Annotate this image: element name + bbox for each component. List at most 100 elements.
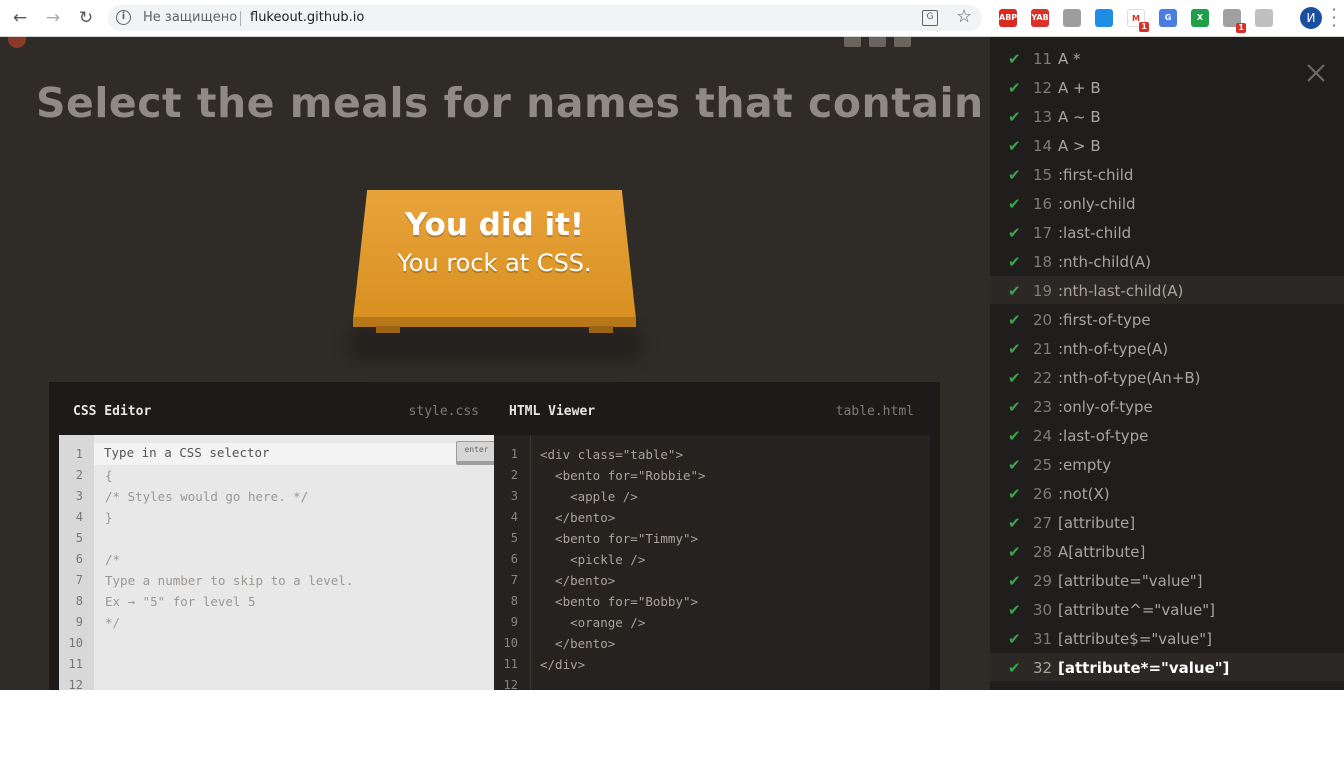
checkmark-icon: ✔ bbox=[1008, 195, 1021, 213]
level-item-16[interactable]: ✔ 16:only-child bbox=[990, 189, 1344, 217]
level-selector: [attribute$="value"] bbox=[1058, 630, 1213, 648]
css-editor-title: CSS Editor bbox=[73, 404, 152, 419]
level-item-20[interactable]: ✔ 20:first-of-type bbox=[990, 305, 1344, 333]
checkmark-icon: ✔ bbox=[1008, 514, 1021, 532]
css-diner-logo[interactable] bbox=[8, 37, 30, 48]
html-viewer-filename: table.html bbox=[835, 404, 914, 419]
css-line-number: 4 bbox=[75, 510, 83, 524]
level-number: 22 bbox=[1033, 369, 1053, 387]
puzzle-icon[interactable]: 1 bbox=[1223, 9, 1246, 33]
browser-menu-icon[interactable]: · · · bbox=[1330, 2, 1338, 34]
level-item-32[interactable]: ✔ 32 [attribute*="value"] bbox=[990, 653, 1344, 681]
email-share-icon[interactable] bbox=[844, 37, 861, 47]
win-title: You did it! bbox=[404, 207, 585, 243]
html-code-line[interactable]: <apple /> bbox=[540, 489, 638, 504]
level-item-12[interactable]: ✔ 12 A + B bbox=[990, 73, 1344, 101]
browser-toolbar: ← → ↻ i Не защищено flukeout.github.io G… bbox=[0, 0, 1344, 37]
arrow-left-icon[interactable]: ← bbox=[8, 7, 32, 29]
gmail-icon[interactable]: M1 bbox=[1127, 9, 1149, 32]
level-number: 27 bbox=[1033, 514, 1053, 532]
checkmark-icon: ✔ bbox=[1008, 572, 1021, 590]
level-item-15[interactable]: ✔ 15:first-child bbox=[990, 160, 1344, 188]
translate-icon[interactable]: G bbox=[1159, 9, 1177, 27]
yandex-icon[interactable]: YAB bbox=[1031, 9, 1049, 27]
extension-badge: 1 bbox=[1139, 22, 1149, 32]
info-icon[interactable]: i bbox=[116, 10, 131, 25]
html-code-line[interactable]: </bento> bbox=[540, 573, 615, 588]
profile-avatar[interactable]: И bbox=[1300, 7, 1322, 29]
css-input-row bbox=[94, 443, 494, 465]
extension-badge: 1 bbox=[1236, 23, 1246, 33]
level-selector: A ~ B bbox=[1058, 108, 1101, 126]
checkmark-icon: ✔ bbox=[1008, 311, 1021, 329]
extension-label: G bbox=[1164, 13, 1172, 22]
level-item-24[interactable]: ✔ 24:last-of-type bbox=[990, 421, 1344, 449]
level-sidebar: ✔ 11 A * ✔ 12 A + B ✔ 13 A ~ B ✔ 14 A > B ✔ 15:first-… bbox=[990, 37, 1344, 690]
reload-icon[interactable]: ↻ bbox=[74, 7, 98, 29]
level-item-23[interactable]: ✔ 23:only-of-type bbox=[990, 392, 1344, 420]
level-item-11[interactable]: ✔ 11 A * bbox=[990, 44, 1344, 72]
level-item-22[interactable]: ✔ 22:nth-of-type(An+B) bbox=[990, 363, 1344, 391]
html-code-line[interactable]: <orange /> bbox=[540, 615, 645, 630]
security-label[interactable]: Не защищено bbox=[143, 10, 237, 25]
css-selector-input[interactable] bbox=[104, 445, 434, 460]
level-item-29[interactable]: ✔ 29 [attribute="value"] bbox=[990, 566, 1344, 594]
level-selector: :last-child bbox=[1058, 224, 1132, 242]
level-selector: :nth-child(A) bbox=[1058, 253, 1151, 271]
css-line-number: 8 bbox=[75, 594, 83, 608]
paw-icon[interactable] bbox=[1063, 9, 1081, 27]
level-item-26[interactable]: ✔ 26:not(X) bbox=[990, 479, 1344, 507]
html-line-number: 11 bbox=[503, 657, 518, 671]
level-item-27[interactable]: ✔ 27 [attribute] bbox=[990, 508, 1344, 536]
excel-icon[interactable]: X bbox=[1191, 9, 1209, 27]
level-item-21[interactable]: ✔ 21:nth-of-type(A) bbox=[990, 334, 1344, 362]
level-item-31[interactable]: ✔ 31 [attribute$="value"] bbox=[990, 624, 1344, 652]
level-item-13[interactable]: ✔ 13 A ~ B bbox=[990, 102, 1344, 130]
editor-panel: CSS Editor style.css HTML Viewer table.h… bbox=[49, 382, 940, 690]
html-code-line[interactable]: <pickle /> bbox=[540, 552, 645, 567]
html-code-line[interactable]: </bento> bbox=[540, 636, 615, 651]
html-line-number: 5 bbox=[510, 531, 518, 545]
url-text[interactable]: flukeout.github.io bbox=[250, 10, 364, 25]
enter-button[interactable]: enter bbox=[456, 441, 497, 465]
twitter-share-icon[interactable] bbox=[894, 37, 911, 47]
html-code-line[interactable]: <bento for="Timmy"> bbox=[540, 531, 698, 546]
level-selector: :not(X) bbox=[1058, 485, 1110, 503]
level-selector: [attribute="value"] bbox=[1058, 572, 1203, 590]
css-line-number: 10 bbox=[68, 636, 83, 650]
checkmark-icon: ✔ bbox=[1008, 224, 1021, 242]
html-code-line[interactable]: <bento for="Bobby"> bbox=[540, 594, 698, 609]
css-line-number: 9 bbox=[75, 615, 83, 629]
pdf-icon[interactable] bbox=[1255, 9, 1273, 27]
adblock-icon[interactable]: ABP bbox=[999, 9, 1017, 27]
level-item-28[interactable]: ✔ 28 A[attribute] bbox=[990, 537, 1344, 565]
level-item-17[interactable]: ✔ 17:last-child bbox=[990, 218, 1344, 246]
facebook-share-icon[interactable] bbox=[869, 37, 886, 47]
level-selector: [attribute^="value"] bbox=[1058, 601, 1216, 619]
arrow-right-icon[interactable]: → bbox=[41, 7, 65, 29]
level-item-30[interactable]: ✔ 30 [attribute^="value"] bbox=[990, 595, 1344, 623]
css-code-line: { bbox=[105, 468, 113, 483]
html-viewer-pane: 1 2 3 4 5 6 7 8 9 10 11 12 <div class="table"> <bent… bbox=[494, 435, 930, 690]
html-viewer-header: HTML Viewer table.html bbox=[509, 400, 914, 430]
level-number: 24 bbox=[1033, 427, 1053, 445]
address-bar[interactable]: i Не защищено flukeout.github.io G ☆ bbox=[108, 5, 982, 31]
table-leg-right bbox=[589, 326, 613, 333]
bookmark-star-icon[interactable]: ☆ bbox=[956, 6, 972, 27]
html-code-line[interactable]: </div> bbox=[540, 657, 585, 672]
checkmark-icon: ✔ bbox=[1008, 50, 1021, 68]
extension-label: X bbox=[1196, 13, 1204, 22]
level-item-25[interactable]: ✔ 25:empty bbox=[990, 450, 1344, 478]
level-number: 14 bbox=[1033, 137, 1053, 155]
level-item-14[interactable]: ✔ 14 A > B bbox=[990, 131, 1344, 159]
level-item-19[interactable]: ✔ 19:nth-last-child(A) bbox=[990, 276, 1344, 304]
html-code-line[interactable]: <bento for="Robbie"> bbox=[540, 468, 706, 483]
translate-page-icon[interactable]: G bbox=[922, 10, 938, 26]
window-icon[interactable] bbox=[1095, 9, 1113, 27]
html-code-line[interactable]: <div class="table"> bbox=[540, 447, 683, 462]
level-item-18[interactable]: ✔ 18:nth-child(A) bbox=[990, 247, 1344, 275]
table-shadow bbox=[350, 329, 640, 359]
css-code-line: /* Styles would go here. */ bbox=[105, 489, 309, 504]
level-number: 11 bbox=[1033, 50, 1053, 68]
html-code-line[interactable]: </bento> bbox=[540, 510, 615, 525]
